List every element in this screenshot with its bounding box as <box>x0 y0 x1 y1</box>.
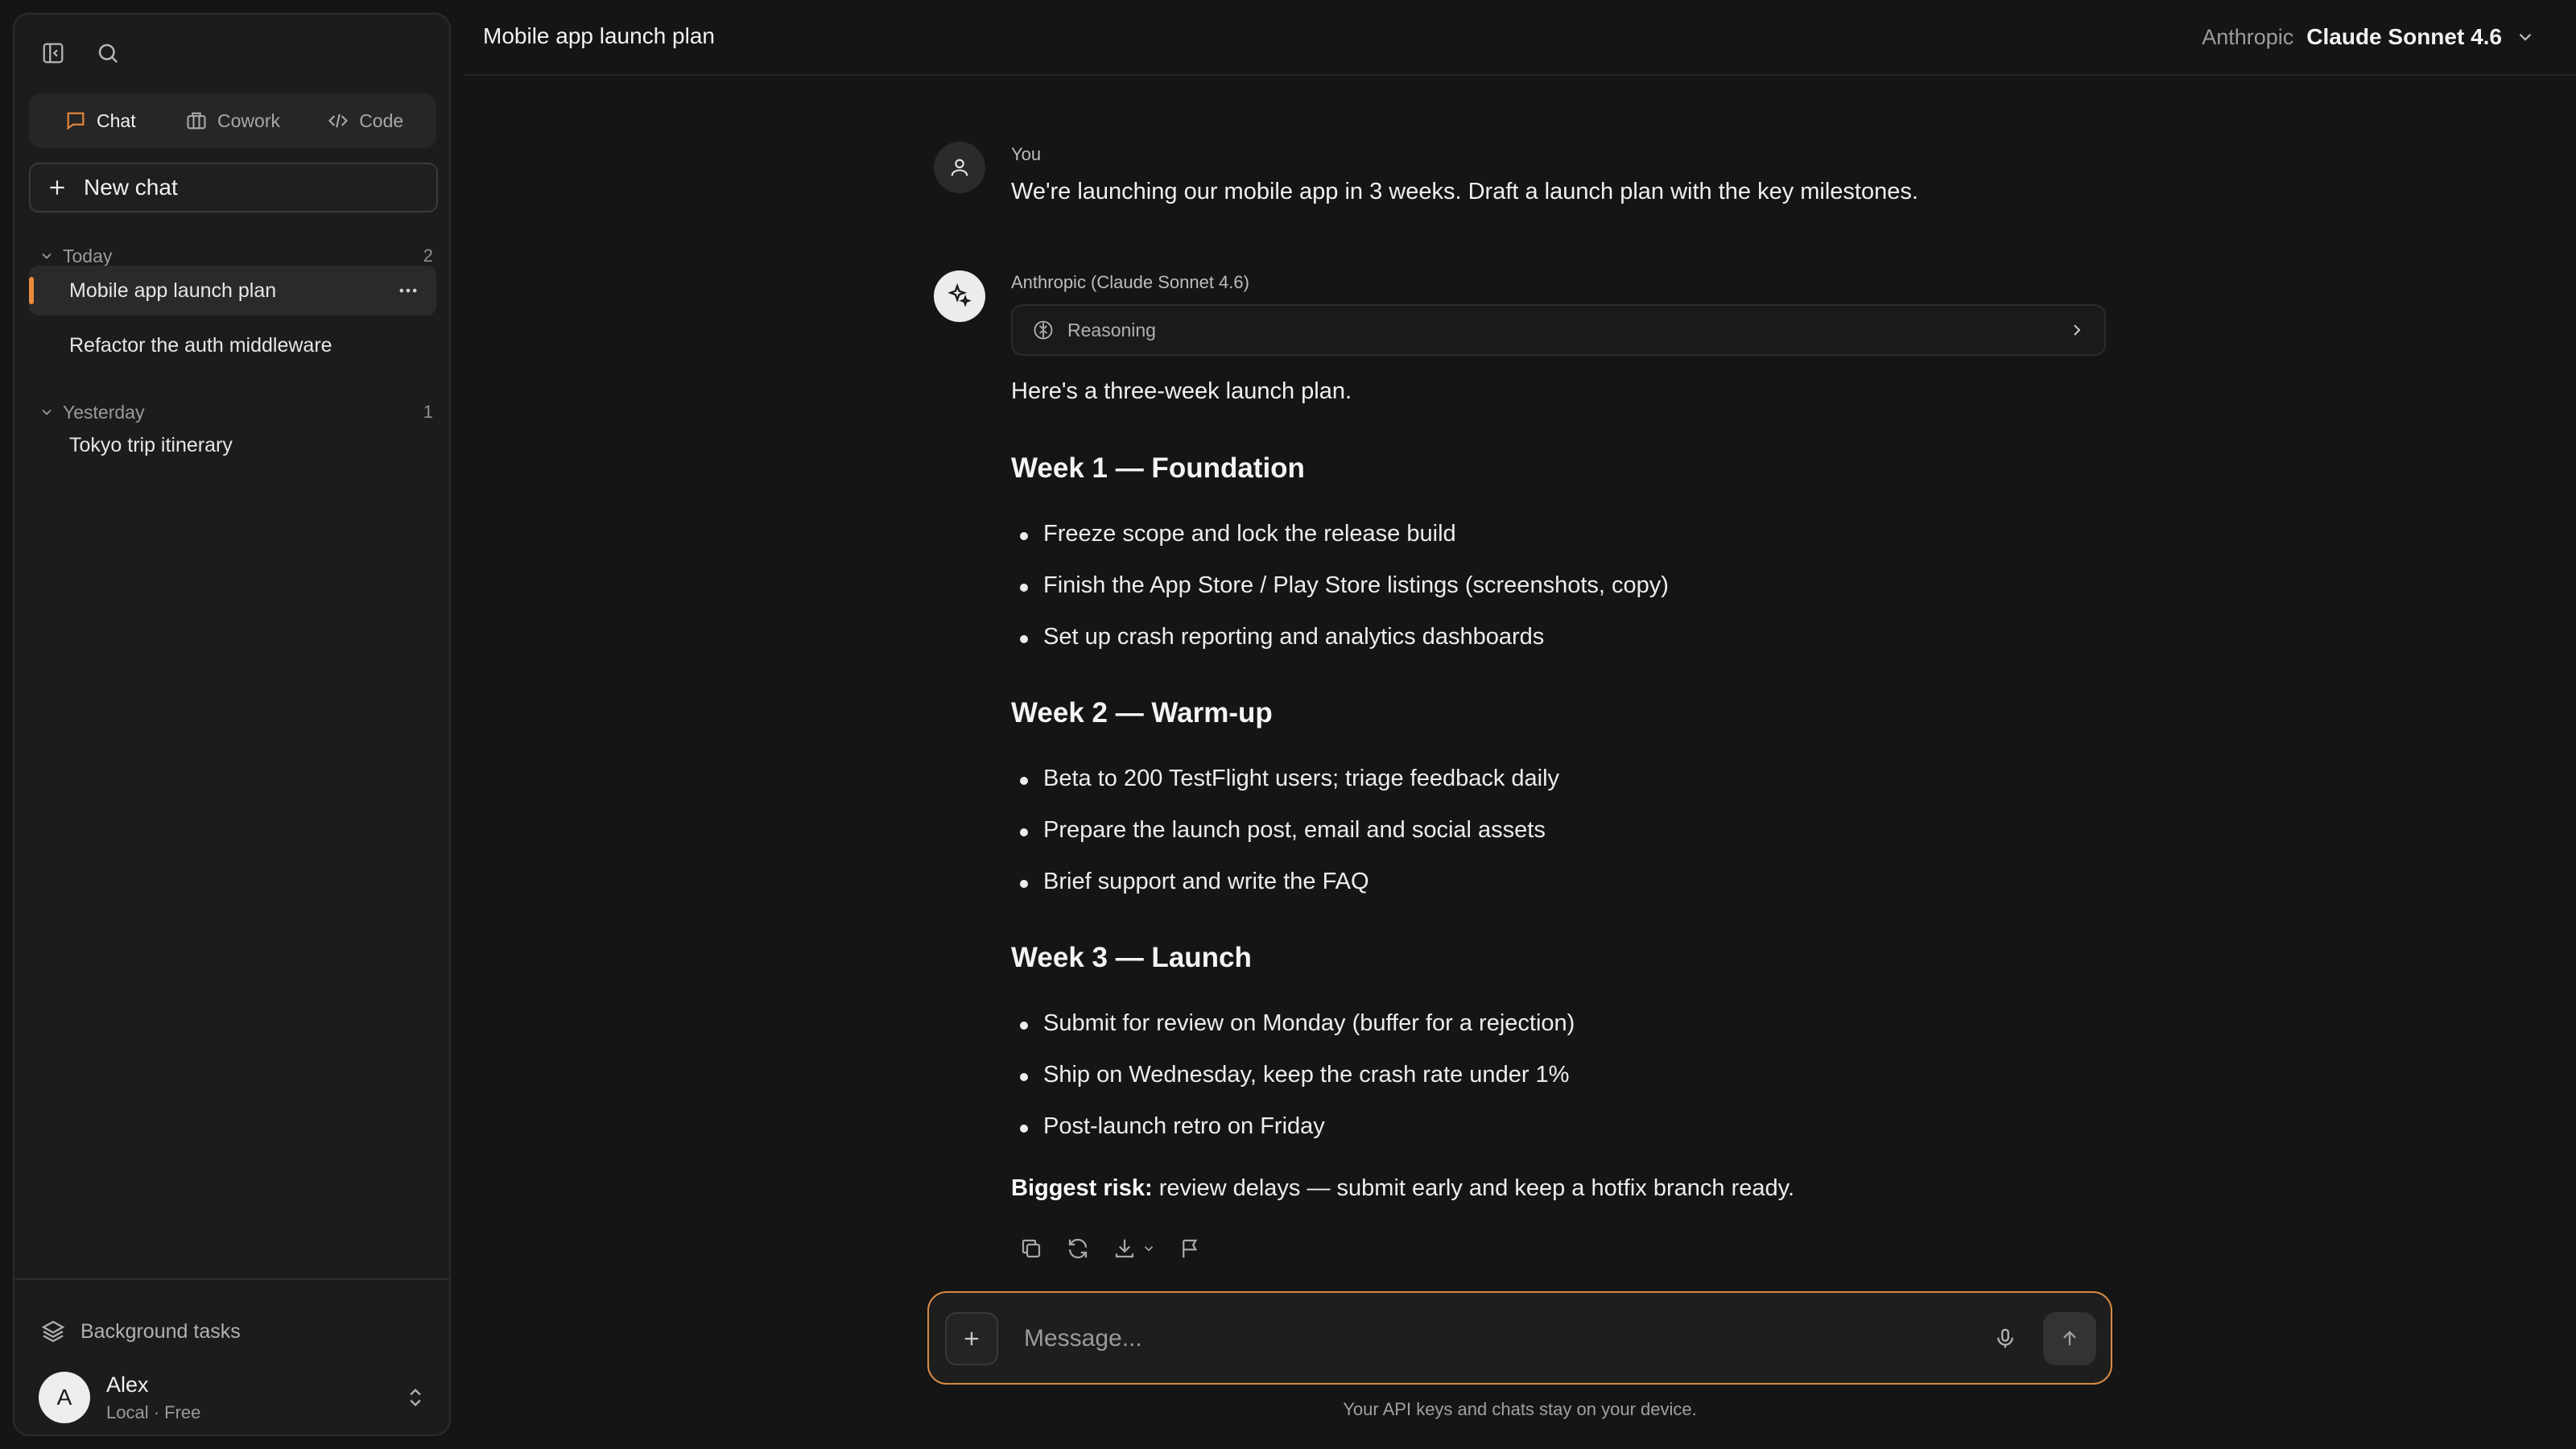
user-info: Alex Local · Free <box>106 1373 200 1423</box>
sparkle-icon <box>934 270 985 322</box>
list-item: Prepare the launch post, email and socia… <box>1020 817 1546 843</box>
list-item: Finish the App Store / Play Store listin… <box>1020 572 1669 598</box>
briefcase-icon <box>185 109 208 132</box>
background-tasks-button[interactable]: Background tasks <box>40 1315 241 1348</box>
brain-icon <box>1032 319 1055 341</box>
list-item: Beta to 200 TestFlight users; triage fee… <box>1019 766 1560 791</box>
risk-label: Biggest risk: <box>1011 1175 1153 1201</box>
chevron-down-icon <box>39 248 55 264</box>
model-name: Claude Sonnet 4.6 <box>2306 24 2502 49</box>
list-item: Submit for review on Monday (buffer for … <box>1019 1010 1575 1036</box>
message-input[interactable] <box>1024 1317 1829 1360</box>
search-icon[interactable] <box>92 37 124 69</box>
reasoning-toggle[interactable]: Reasoning <box>1011 304 2106 356</box>
regenerate-icon[interactable] <box>1066 1234 1090 1263</box>
tab-chat[interactable]: Chat <box>34 98 167 143</box>
chat-item-tokyo-trip[interactable]: Tokyo trip itinerary <box>29 420 436 470</box>
tab-code[interactable]: Code <box>299 98 431 143</box>
sidebar-divider <box>14 1278 449 1280</box>
avatar: A <box>39 1372 90 1423</box>
page-title: Mobile app launch plan <box>483 23 715 48</box>
microphone-icon[interactable] <box>1984 1317 2027 1360</box>
chat-item-label: Tokyo trip itinerary <box>69 433 233 456</box>
code-icon <box>327 109 349 132</box>
background-tasks-label: Background tasks <box>80 1319 241 1343</box>
chevron-down-icon <box>39 404 55 420</box>
message-composer <box>927 1291 2112 1385</box>
copy-icon[interactable] <box>1019 1234 1043 1263</box>
group-today-label: Today <box>63 245 113 266</box>
tab-cowork-label: Cowork <box>217 109 280 131</box>
list-item: Brief support and write the FAQ <box>1020 869 1369 894</box>
active-indicator <box>29 277 34 304</box>
privacy-note: Your API keys and chats stay on your dev… <box>1343 1399 1697 1419</box>
plus-icon <box>960 1327 983 1350</box>
chat-bubble-icon <box>64 109 87 132</box>
user-avatar-icon <box>934 142 985 193</box>
flag-icon[interactable] <box>1179 1234 1203 1263</box>
week-heading: Week 3 — Launch <box>1011 942 1252 973</box>
download-icon <box>1113 1236 1137 1261</box>
more-options-icon[interactable] <box>394 277 422 304</box>
new-chat-button[interactable]: New chat <box>29 163 438 213</box>
plus-icon <box>47 177 68 198</box>
chevron-up-down-icon <box>404 1386 427 1409</box>
response-intro: Here's a three-week launch plan. <box>1011 378 1352 404</box>
list-item: Set up crash reporting and analytics das… <box>1019 624 1545 650</box>
week-heading: Week 2 — Warm-up <box>1011 697 1273 729</box>
user-plan: Local · Free <box>106 1402 201 1422</box>
tab-chat-label: Chat <box>97 109 136 131</box>
group-today-count: 2 <box>423 246 433 266</box>
list-item: Post-launch retro on Friday <box>1020 1113 1325 1139</box>
list-item: Freeze scope and lock the release build <box>1020 521 1456 547</box>
tab-cowork[interactable]: Cowork <box>167 98 299 143</box>
chat-item-label: Mobile app launch plan <box>69 279 277 302</box>
message-actions <box>1019 1234 1203 1263</box>
send-button[interactable] <box>2043 1312 2096 1365</box>
user-message: We're launching our mobile app in 3 week… <box>1011 179 1918 204</box>
assistant-author-label: Anthropic (Claude Sonnet 4.6) <box>1011 272 1249 292</box>
risk-note: Biggest risk: review delays — submit ear… <box>1011 1175 1794 1202</box>
model-provider: Anthropic <box>2202 24 2294 49</box>
tab-code-label: Code <box>359 109 404 131</box>
chevron-down-icon <box>1141 1241 1156 1256</box>
layers-icon <box>40 1319 66 1344</box>
user-name: Alex <box>106 1372 149 1397</box>
top-bar: Mobile app launch plan Anthropic Claude … <box>464 0 2576 76</box>
chat-item-refactor-auth[interactable]: Refactor the auth middleware <box>29 320 436 370</box>
chevron-down-icon <box>2515 27 2536 47</box>
sidebar-toggle-icon[interactable] <box>37 37 69 69</box>
model-picker[interactable]: Anthropic Claude Sonnet 4.6 <box>2202 21 2536 53</box>
chat-item-label: Refactor the auth middleware <box>69 333 332 357</box>
chevron-right-icon <box>2067 320 2087 340</box>
attach-button[interactable] <box>945 1312 998 1365</box>
download-menu-button[interactable] <box>1113 1234 1156 1263</box>
user-account-button[interactable]: A Alex Local · Free <box>39 1370 436 1425</box>
sidebar: Chat Cowork Code New chat Today 2 Mobile <box>13 13 451 1436</box>
new-chat-label: New chat <box>84 175 178 200</box>
user-author-label: You <box>1011 144 1042 164</box>
reasoning-label: Reasoning <box>1067 319 1156 341</box>
list-item: Ship on Wednesday, keep the crash rate u… <box>1019 1062 1570 1088</box>
arrow-up-icon <box>2058 1327 2081 1350</box>
risk-text: review delays — submit early and keep a … <box>1152 1175 1795 1201</box>
chat-item-mobile-app-launch-plan[interactable]: Mobile app launch plan <box>29 266 436 316</box>
week-heading: Week 1 — Foundation <box>1011 452 1305 484</box>
mode-tabs: Chat Cowork Code <box>29 93 436 148</box>
